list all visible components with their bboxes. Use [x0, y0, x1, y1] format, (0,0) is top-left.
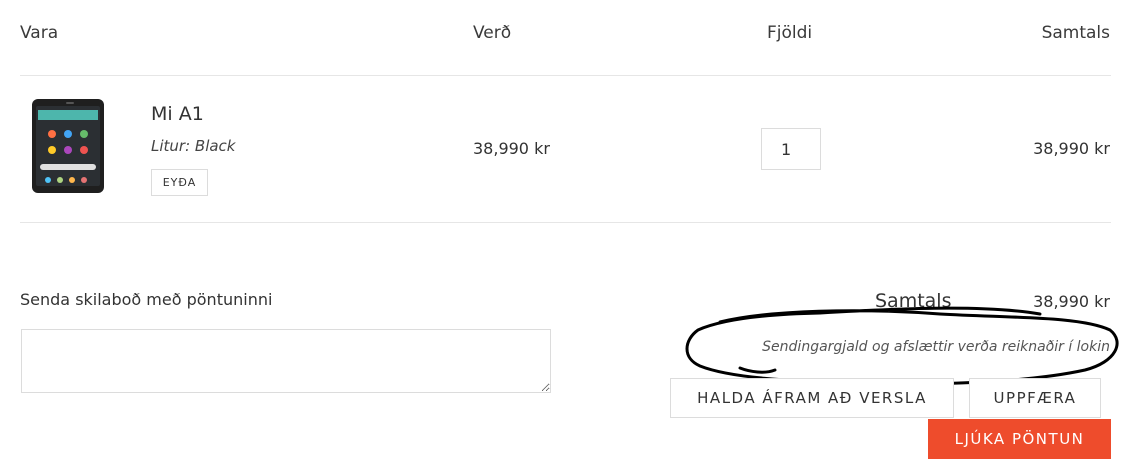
column-header-quantity: Fjöldi [767, 23, 813, 43]
subtotal-value: 38,990 kr [1033, 292, 1110, 311]
update-cart-button[interactable]: UPPFÆRA [969, 378, 1101, 418]
column-header-total: Samtals [1041, 23, 1110, 43]
item-divider [20, 222, 1111, 223]
shipping-note: Sendingargjald og afslættir verða reikna… [762, 339, 1110, 355]
order-note-label: Senda skilaboð með pöntuninni [20, 290, 273, 309]
checkout-button[interactable]: LJÚKA PÖNTUN [928, 419, 1111, 459]
continue-shopping-button[interactable]: HALDA ÁFRAM AÐ VERSLA [670, 378, 954, 418]
header-divider [20, 75, 1111, 76]
order-note-textarea[interactable] [21, 329, 551, 393]
item-price: 38,990 kr [473, 139, 550, 158]
column-header-product: Vara [20, 23, 59, 43]
subtotal-label: Samtals [875, 290, 952, 312]
column-header-price: Verð [473, 23, 512, 43]
item-total: 38,990 kr [1033, 139, 1110, 158]
product-variant: Litur: Black [151, 137, 236, 155]
product-thumbnail[interactable] [30, 98, 106, 194]
remove-item-button[interactable]: EYÐA [151, 169, 208, 196]
smartphone-icon [32, 99, 104, 193]
quantity-input[interactable] [761, 128, 821, 170]
product-name[interactable]: Mi A1 [151, 102, 204, 126]
